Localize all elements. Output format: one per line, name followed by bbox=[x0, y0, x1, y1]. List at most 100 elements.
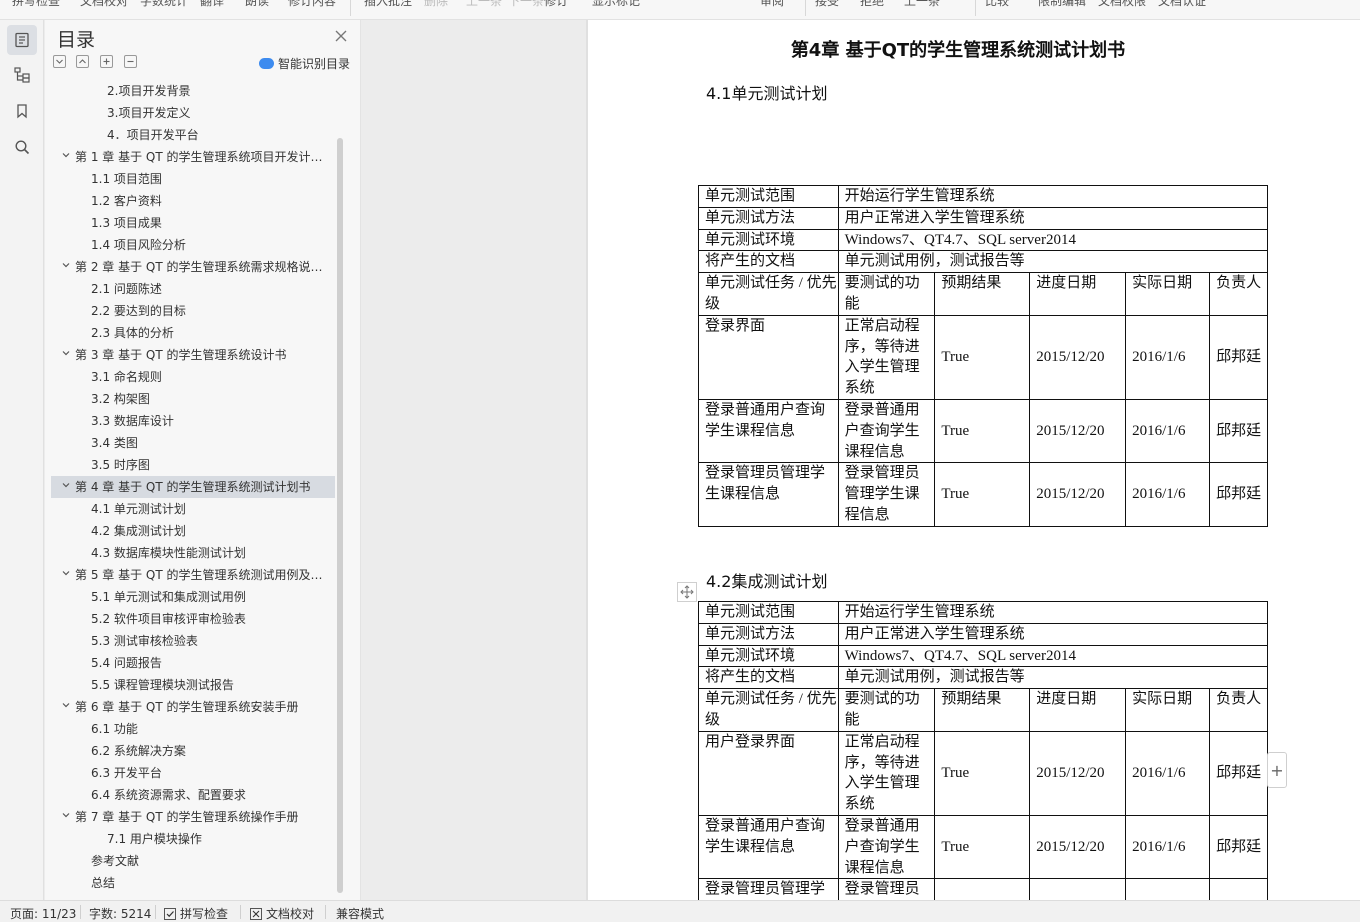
expand-down-icon[interactable] bbox=[53, 55, 66, 68]
table-header-cell[interactable]: 负责人 bbox=[1209, 688, 1268, 732]
spell-check-toggle[interactable]: 拼写检查 bbox=[164, 905, 228, 922]
word-count[interactable]: 字数: 5214 bbox=[89, 905, 151, 922]
outline-chapter[interactable]: 第 7 章 基于 QT 的学生管理系统操作手册 bbox=[51, 806, 335, 828]
ribbon-delete[interactable]: 删除 bbox=[424, 0, 448, 9]
table-cell[interactable]: 2015/12/20 bbox=[1029, 878, 1127, 900]
table-cell[interactable]: 正常启动程序，等待进入学生管理系统 bbox=[837, 314, 936, 400]
page-indicator[interactable]: 页面: 11/23 bbox=[10, 905, 76, 922]
table-cell[interactable]: 正常启动程序，等待进入学生管理系统 bbox=[837, 730, 936, 816]
table-cell[interactable]: 2016/1/6 bbox=[1125, 730, 1211, 816]
add-heading-icon[interactable] bbox=[100, 55, 113, 68]
chevron-down-icon[interactable] bbox=[61, 146, 71, 168]
table-cell[interactable]: 2015/12/20 bbox=[1029, 314, 1127, 400]
scrollbar-thumb[interactable] bbox=[337, 138, 343, 893]
info-value[interactable]: 单元测试用例，测试报告等 bbox=[837, 250, 1269, 274]
table-cell[interactable]: 2016/1/6 bbox=[1125, 462, 1211, 527]
info-value[interactable]: 开始运行学生管理系统 bbox=[837, 185, 1269, 208]
chevron-down-icon[interactable] bbox=[61, 806, 71, 828]
outline-item[interactable]: 参考文献 bbox=[51, 850, 335, 872]
table-cell[interactable]: 登录普通用户查询学生课程信息 bbox=[837, 814, 936, 880]
ribbon-revision-content[interactable]: 修订内容 bbox=[288, 0, 336, 9]
table-cell[interactable]: True bbox=[934, 814, 1031, 880]
table-header-cell[interactable]: 预期结果 bbox=[934, 688, 1031, 732]
table-cell[interactable]: 登录管理员管理学生课程信息 bbox=[698, 462, 839, 527]
chapter-nav-button[interactable] bbox=[7, 60, 37, 90]
table-cell[interactable]: 登录普通用户查询学生课程信息 bbox=[698, 814, 839, 880]
table-cell[interactable]: 邱邦廷 bbox=[1209, 730, 1268, 816]
outline-item[interactable]: 1.4 项目风险分析 bbox=[51, 234, 335, 256]
smart-toc-button[interactable]: 智能识别目录 bbox=[259, 55, 350, 72]
table-header-cell[interactable]: 实际日期 bbox=[1125, 688, 1211, 732]
outline-item[interactable]: 2.项目开发背景 bbox=[51, 80, 335, 102]
ribbon-review[interactable]: 审阅 bbox=[760, 0, 784, 9]
table-cell[interactable]: 邱邦廷 bbox=[1209, 314, 1268, 400]
chevron-down-icon[interactable] bbox=[61, 564, 71, 586]
table-header-cell[interactable]: 单元测试任务 / 优先级 bbox=[698, 688, 839, 732]
info-value[interactable]: 开始运行学生管理系统 bbox=[837, 601, 1269, 624]
ribbon-insert-comment[interactable]: 插入批注 bbox=[364, 0, 412, 9]
outline-item[interactable]: 5.3 测试审核检验表 bbox=[51, 630, 335, 652]
search-button[interactable] bbox=[7, 132, 37, 162]
table-cell[interactable]: True bbox=[934, 314, 1031, 400]
collapse-up-icon[interactable] bbox=[76, 55, 89, 68]
outline-chapter[interactable]: 第 4 章 基于 QT 的学生管理系统测试计划书 bbox=[51, 476, 335, 498]
ribbon-read-aloud[interactable]: 朗读 bbox=[245, 0, 269, 9]
info-label[interactable]: 单元测试方法 bbox=[698, 206, 839, 230]
outline-item[interactable]: 2.2 要达到的目标 bbox=[51, 300, 335, 322]
table-header-cell[interactable]: 预期结果 bbox=[934, 272, 1031, 316]
outline-item[interactable]: 3.5 时序图 bbox=[51, 454, 335, 476]
ribbon-translate[interactable]: 翻译 bbox=[200, 0, 224, 9]
table-header-cell[interactable]: 实际日期 bbox=[1125, 272, 1211, 316]
info-value[interactable]: Windows7、QT4.7、SQL server2014 bbox=[837, 228, 1269, 252]
ribbon-accept[interactable]: 接受 bbox=[815, 0, 839, 9]
table-cell[interactable]: 邱邦廷 bbox=[1209, 462, 1268, 527]
table-cell[interactable]: True bbox=[934, 730, 1031, 816]
outline-chapter[interactable]: 第 1 章 基于 QT 的学生管理系统项目开发计划书 bbox=[51, 146, 335, 168]
ribbon-reject[interactable]: 拒绝 bbox=[860, 0, 884, 9]
outline-item[interactable]: 2.3 具体的分析 bbox=[51, 322, 335, 344]
ribbon-revise[interactable]: 修订 bbox=[544, 0, 568, 9]
outline-item[interactable]: 3.4 类图 bbox=[51, 432, 335, 454]
ribbon-doc-proof[interactable]: 文档校对 bbox=[80, 0, 128, 9]
outline-chapter[interactable]: 第 5 章 基于 QT 的学生管理系统测试用例及测试报告 bbox=[51, 564, 335, 586]
table-cell[interactable]: 2016/1/6 bbox=[1125, 314, 1211, 400]
table-cell[interactable]: True bbox=[934, 462, 1031, 527]
info-label[interactable]: 单元测试范围 bbox=[698, 185, 839, 208]
bookmark-button[interactable] bbox=[7, 96, 37, 126]
outline-chapter[interactable]: 第 6 章 基于 QT 的学生管理系统安装手册 bbox=[51, 696, 335, 718]
outline-item[interactable]: 5.4 问题报告 bbox=[51, 652, 335, 674]
table-header-cell[interactable]: 单元测试任务 / 优先级 bbox=[698, 272, 839, 316]
outline-item[interactable]: 1.2 客户资料 bbox=[51, 190, 335, 212]
doc-proof-button[interactable]: 文档校对 bbox=[250, 905, 314, 922]
info-value[interactable]: 用户正常进入学生管理系统 bbox=[837, 206, 1269, 230]
table-cell[interactable]: 邱邦廷 bbox=[1209, 878, 1268, 900]
outline-chapter[interactable]: 第 3 章 基于 QT 的学生管理系统设计书 bbox=[51, 344, 335, 366]
outline-item[interactable]: 7.1 用户模块操作 bbox=[51, 828, 335, 850]
chevron-down-icon[interactable] bbox=[61, 476, 71, 498]
remove-heading-icon[interactable] bbox=[124, 55, 137, 68]
outline-item[interactable]: 5.2 软件项目审核评审检验表 bbox=[51, 608, 335, 630]
table-cell[interactable]: 登录普通用户查询学生课程信息 bbox=[698, 398, 839, 464]
table-cell[interactable]: 登录界面 bbox=[698, 314, 839, 400]
outline-item[interactable]: 4.2 集成测试计划 bbox=[51, 520, 335, 542]
info-label[interactable]: 将产生的文档 bbox=[698, 250, 839, 274]
table-move-handle[interactable] bbox=[677, 582, 697, 602]
outline-item[interactable]: 5.5 课程管理模块测试报告 bbox=[51, 674, 335, 696]
chevron-down-icon[interactable] bbox=[61, 344, 71, 366]
info-label[interactable]: 单元测试方法 bbox=[698, 622, 839, 646]
table-cell[interactable]: 用户登录界面 bbox=[698, 730, 839, 816]
table-cell[interactable]: 登录普通用户查询学生课程信息 bbox=[837, 398, 936, 464]
info-label[interactable]: 单元测试环境 bbox=[698, 644, 839, 668]
outline-item[interactable]: 3.项目开发定义 bbox=[51, 102, 335, 124]
outline-item[interactable]: 4.1 单元测试计划 bbox=[51, 498, 335, 520]
table-header-cell[interactable]: 进度日期 bbox=[1029, 688, 1127, 732]
outline-item[interactable]: 6.3 开发平台 bbox=[51, 762, 335, 784]
table-cell[interactable]: True bbox=[934, 878, 1031, 900]
outline-chapter[interactable]: 第 2 章 基于 QT 的学生管理系统需求规格说明书 bbox=[51, 256, 335, 278]
ribbon-next[interactable]: 下一条 bbox=[508, 0, 544, 9]
info-value[interactable]: Windows7、QT4.7、SQL server2014 bbox=[837, 644, 1269, 668]
info-value[interactable]: 用户正常进入学生管理系统 bbox=[837, 622, 1269, 646]
info-value[interactable]: 单元测试用例，测试报告等 bbox=[837, 666, 1269, 690]
outline-item[interactable]: 6.2 系统解决方案 bbox=[51, 740, 335, 762]
table-cell[interactable]: 2015/12/20 bbox=[1029, 814, 1127, 880]
